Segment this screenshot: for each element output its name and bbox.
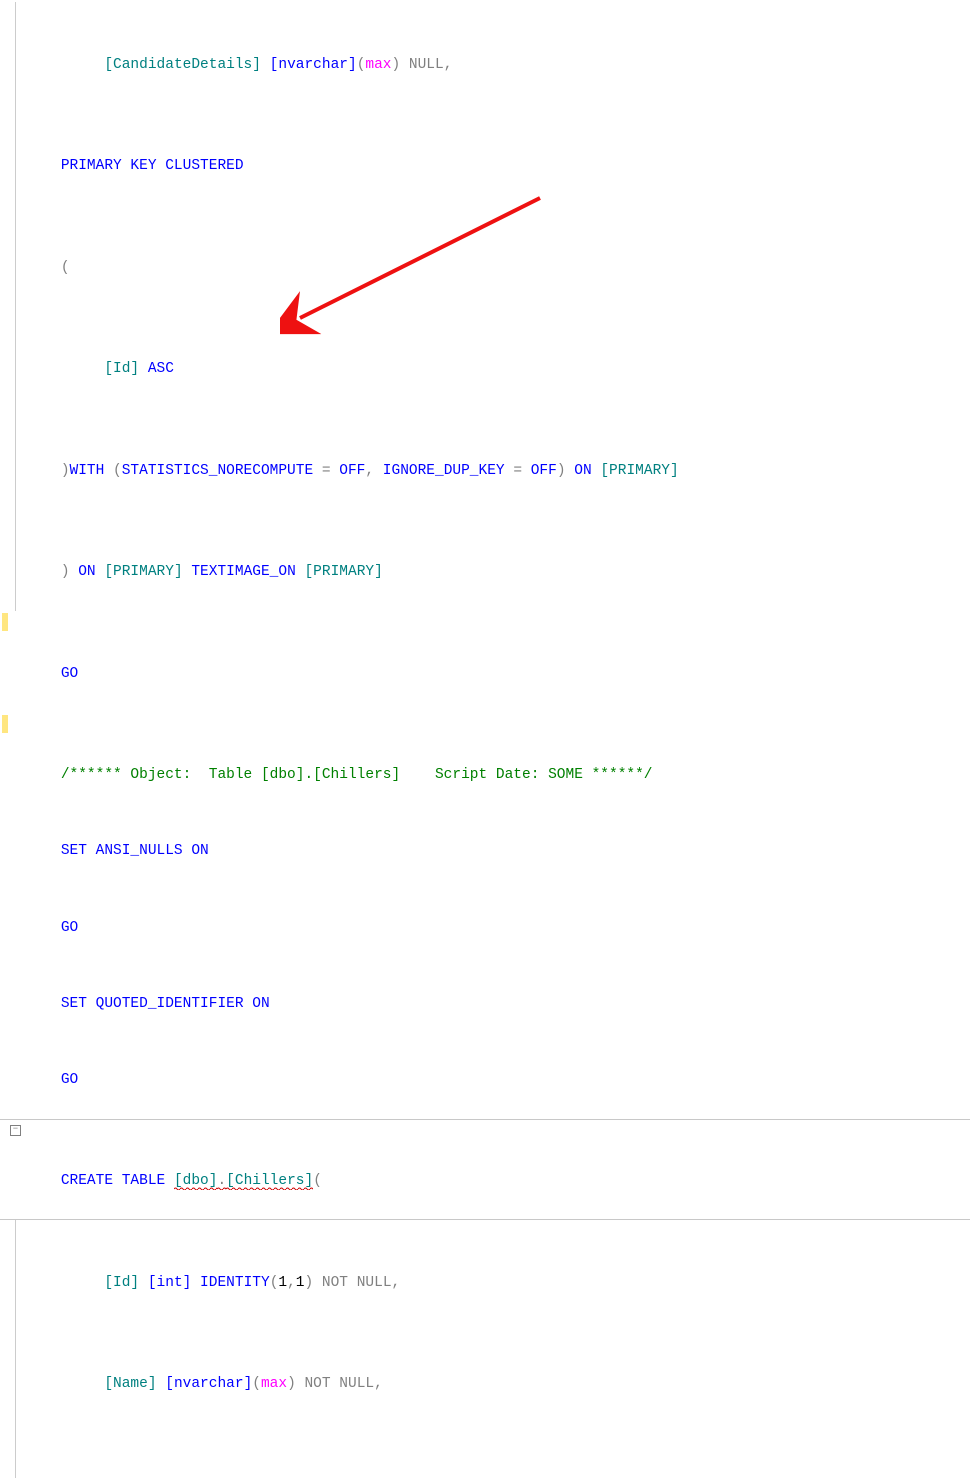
fold-guide [15,2,16,104]
sql-editor[interactable]: [CandidateDetails] [nvarchar](max) NULL,… [0,0,970,1478]
modified-marker [2,715,8,733]
code-line[interactable]: ) ON [PRIMARY] TEXTIMAGE_ON [PRIMARY] [0,510,970,612]
code-line[interactable]: [Id] ASC [0,307,970,409]
fold-guide [15,1423,16,1478]
code-line[interactable]: [Make] [nvarchar](max) NULL, [0,1423,970,1478]
set-quoted-identifier: SET QUOTED_IDENTIFIER ON [61,996,270,1012]
code-line[interactable]: [Name] [nvarchar](max) NOT NULL, [0,1322,970,1424]
fold-guide [15,510,16,612]
fold-guide [15,104,16,206]
code-line[interactable]: SET ANSI_NULLS ON [0,814,970,890]
code-line[interactable]: [CandidateDetails] [nvarchar](max) NULL, [0,2,970,104]
fold-guide [15,1322,16,1424]
code-line[interactable]: GO [0,1042,970,1118]
fold-guide [15,205,16,307]
create-table-chillers[interactable]: − CREATE TABLE [dbo].[Chillers]( [0,1119,970,1221]
col-candidatedetails: [CandidateDetails] [104,57,261,73]
code-line[interactable]: /****** Object: Table [dbo].[Chillers] S… [0,713,970,815]
table-chillers: [Chillers] [226,1173,313,1190]
go-batch: GO [61,666,78,682]
code-line[interactable]: ( [0,205,970,307]
fold-guide [15,307,16,409]
code-line[interactable]: GO [0,890,970,966]
fold-guide [15,408,16,510]
code-line[interactable]: GO [0,611,970,713]
set-ansi-nulls: SET ANSI_NULLS ON [61,843,209,859]
code-line[interactable]: )WITH (STATISTICS_NORECOMPUTE = OFF, IGN… [0,408,970,510]
primary-key-kw: PRIMARY KEY CLUSTERED [61,158,244,174]
schema-dbo: [dbo] [174,1173,218,1190]
fold-guide [15,1220,16,1322]
code-line[interactable]: PRIMARY KEY CLUSTERED [0,104,970,206]
modified-marker [2,613,8,631]
fold-toggle-minus-icon[interactable]: − [10,1125,21,1136]
go-batch: GO [61,1072,78,1088]
go-batch: GO [61,920,78,936]
object-comment-chillers: /****** Object: Table [dbo].[Chillers] S… [61,767,653,783]
code-line[interactable]: SET QUOTED_IDENTIFIER ON [0,966,970,1042]
code-line[interactable]: [Id] [int] IDENTITY(1,1) NOT NULL, [0,1220,970,1322]
